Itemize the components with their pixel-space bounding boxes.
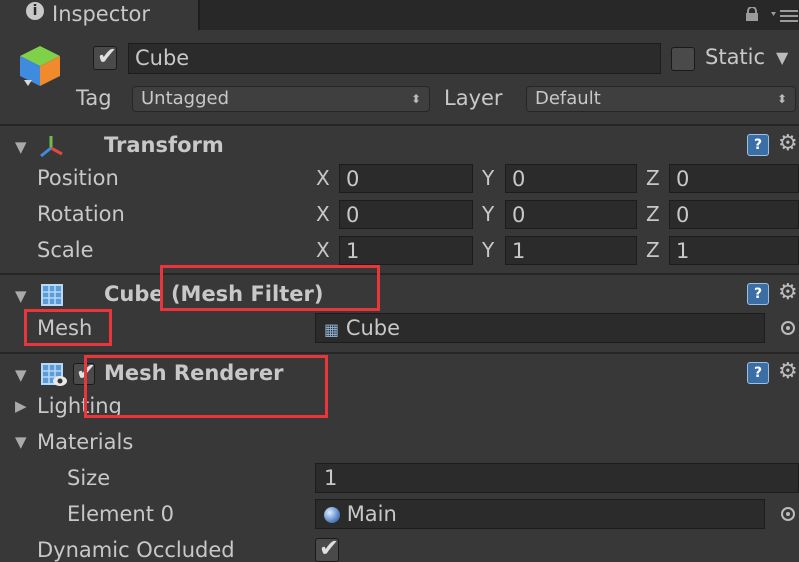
rotation-y-field[interactable]: 0 (505, 200, 637, 229)
position-y-field[interactable]: 0 (505, 164, 637, 193)
tag-dropdown[interactable]: Untagged ⬍ (132, 86, 430, 112)
axis-y-label: Y (482, 166, 495, 190)
object-picker-icon[interactable] (781, 507, 795, 521)
size-label: Size (67, 466, 111, 490)
axis-z-label: Z (646, 166, 660, 190)
mesh-renderer-icon (41, 363, 67, 386)
materials-label[interactable]: Materials (37, 430, 133, 454)
size-field[interactable]: 1 (315, 463, 799, 493)
foldout-arrow-icon[interactable]: ▼ (15, 366, 27, 384)
position-x-field[interactable]: 0 (339, 164, 473, 193)
help-icon[interactable]: ? (747, 134, 769, 156)
updown-icon: ⬍ (776, 92, 787, 106)
divider (0, 124, 799, 126)
gear-icon[interactable]: ⚙ (778, 361, 798, 383)
info-icon: i (26, 2, 44, 20)
foldout-arrow-icon[interactable]: ▼ (15, 287, 27, 305)
updown-icon: ⬍ (410, 92, 421, 106)
mesh-filter-icon (41, 284, 63, 306)
static-dropdown-icon[interactable]: ▼ (776, 45, 788, 71)
position-label: Position (37, 166, 119, 190)
static-label: Static (705, 45, 766, 69)
highlight-box-mesh-renderer (84, 355, 328, 418)
object-picker-icon[interactable] (781, 321, 795, 335)
gear-icon[interactable]: ⚙ (778, 282, 798, 304)
dynamic-occluded-checkbox[interactable]: ✔ (315, 534, 339, 562)
rotation-label: Rotation (37, 202, 125, 226)
tab-label: Inspector (52, 2, 150, 26)
highlight-box-mesh (24, 309, 112, 346)
transform-icon (40, 136, 63, 158)
help-icon[interactable]: ? (747, 362, 769, 384)
tab-inspector[interactable]: i Inspector (0, 0, 200, 30)
divider (0, 273, 799, 275)
layer-dropdown[interactable]: Default ⬍ (526, 86, 796, 112)
divider (0, 352, 799, 354)
layer-value: Default (535, 88, 601, 109)
transform-title: Transform (104, 133, 224, 157)
axis-x-label: X (316, 238, 330, 262)
mesh-object-field[interactable]: ▦ Cube (315, 313, 765, 343)
scale-label: Scale (37, 238, 94, 262)
position-z-field[interactable]: 0 (669, 164, 799, 193)
help-icon[interactable]: ? (747, 283, 769, 305)
cube-icon (20, 46, 60, 86)
axis-x-label: X (316, 166, 330, 190)
element0-label: Element 0 (67, 502, 174, 526)
active-checkbox[interactable]: ✔ (93, 42, 117, 70)
rotation-z-field[interactable]: 0 (669, 200, 799, 229)
material-sphere-icon (324, 507, 340, 523)
tag-label: Tag (76, 86, 112, 110)
static-checkbox[interactable] (671, 47, 695, 71)
foldout-arrow-icon[interactable]: ▶ (15, 397, 27, 415)
axis-y-label: Y (482, 238, 495, 262)
scale-z-field[interactable]: 1 (669, 236, 799, 265)
highlight-box-mesh-filter (160, 265, 380, 311)
mesh-value: Cube (345, 316, 401, 340)
material-object-field[interactable]: Main (315, 499, 765, 529)
foldout-arrow-icon[interactable]: ▼ (15, 138, 27, 156)
foldout-arrow-icon[interactable]: ▼ (15, 433, 27, 451)
scale-x-field[interactable]: 1 (339, 236, 473, 265)
check-icon: ✔ (97, 42, 118, 70)
mesh-icon: ▦ (324, 320, 340, 339)
axis-y-label: Y (482, 202, 495, 226)
context-menu-icon[interactable] (771, 8, 799, 24)
rotation-x-field[interactable]: 0 (339, 200, 473, 229)
name-field[interactable]: Cube (128, 43, 661, 74)
scale-y-field[interactable]: 1 (505, 236, 637, 265)
gear-icon[interactable]: ⚙ (778, 133, 798, 155)
axis-x-label: X (316, 202, 330, 226)
axis-z-label: Z (646, 238, 660, 262)
tag-value: Untagged (141, 88, 230, 109)
dynamic-occluded-label: Dynamic Occluded (37, 538, 235, 562)
layer-label: Layer (444, 86, 503, 110)
axis-z-label: Z (646, 202, 660, 226)
check-icon: ✔ (319, 534, 340, 562)
lock-icon[interactable] (745, 7, 759, 21)
element0-value: Main (346, 502, 397, 526)
